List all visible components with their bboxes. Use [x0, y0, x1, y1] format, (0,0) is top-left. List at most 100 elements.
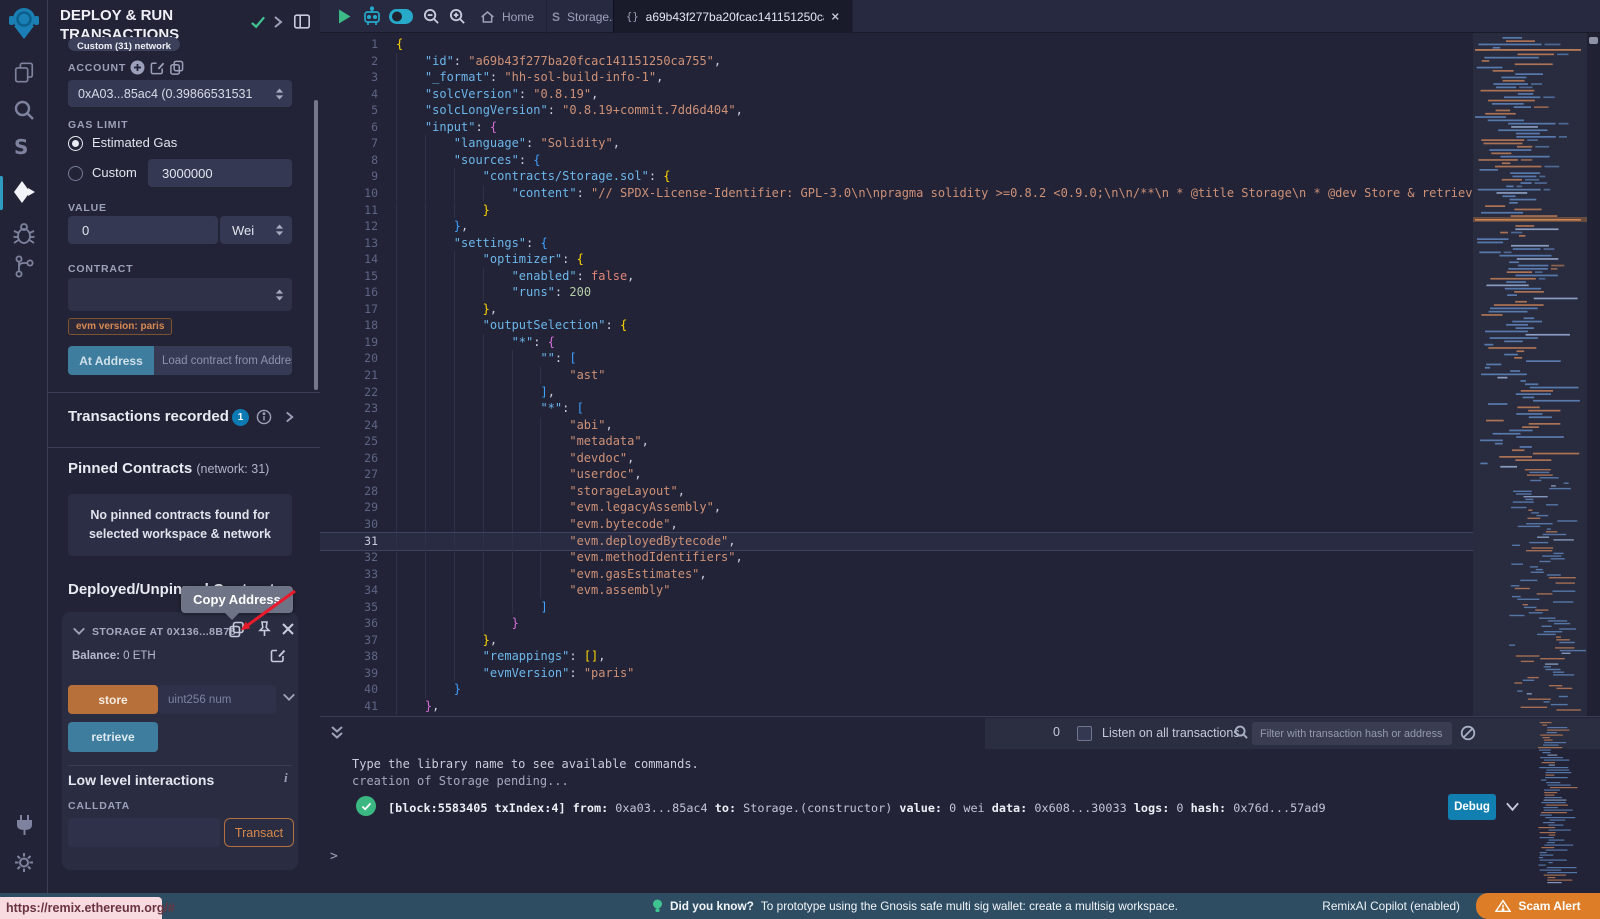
code-line[interactable]: 5"solcLongVersion": "0.8.19+commit.7dd6d…	[320, 102, 1473, 119]
code-line[interactable]: 16"runs": 200	[320, 284, 1473, 301]
scrollbar-thumb[interactable]	[1589, 37, 1598, 44]
custom-gas-input[interactable]: 3000000	[148, 159, 292, 187]
code-line[interactable]: 24"abi",	[320, 417, 1473, 434]
code-line[interactable]: 41},	[320, 698, 1473, 715]
line-number[interactable]: 15	[320, 268, 378, 285]
estimated-gas-radio[interactable]	[68, 136, 83, 151]
plugin-manager-icon[interactable]	[13, 813, 35, 838]
line-number[interactable]: 9	[320, 168, 378, 185]
close-tab-icon[interactable]	[831, 11, 840, 22]
line-number[interactable]: 39	[320, 665, 378, 682]
line-number[interactable]: 41	[320, 698, 378, 715]
at-address-input[interactable]: Load contract from Address	[154, 346, 292, 375]
code-line[interactable]: 37},	[320, 632, 1473, 649]
code-line[interactable]: 20"": [	[320, 350, 1473, 367]
deploy-run-icon[interactable]	[11, 179, 37, 205]
line-number[interactable]: 12	[320, 218, 378, 235]
file-explorer-icon[interactable]	[13, 60, 35, 85]
line-number[interactable]: 2	[320, 53, 378, 70]
line-number[interactable]: 1	[320, 36, 378, 53]
code-line[interactable]: 21"ast"	[320, 367, 1473, 384]
copilot-status[interactable]: RemixAI Copilot (enabled)	[1322, 893, 1460, 919]
solidity-compiler-icon[interactable]: S	[14, 135, 28, 159]
listen-label[interactable]: Listen on all transactions	[1102, 726, 1240, 740]
contract-instance-title[interactable]: STORAGE AT 0X136...8B78	[92, 626, 236, 638]
line-number[interactable]: 30	[320, 516, 378, 533]
line-number[interactable]: 13	[320, 235, 378, 252]
value-input[interactable]: 0	[68, 216, 218, 244]
listen-checkbox[interactable]	[1077, 726, 1092, 741]
store-args-input[interactable]: uint256 num	[158, 685, 276, 714]
code-line[interactable]: 22],	[320, 384, 1473, 401]
copy-account-icon[interactable]	[169, 60, 184, 75]
custom-gas-radio[interactable]	[68, 166, 83, 181]
chevron-right-icon[interactable]	[272, 15, 284, 29]
code-line[interactable]: 6"input": {	[320, 119, 1473, 136]
code-line[interactable]: 34"evm.assembly"	[320, 582, 1473, 599]
line-number[interactable]: 28	[320, 483, 378, 500]
git-icon[interactable]	[14, 254, 35, 280]
code-line[interactable]: 15"enabled": false,	[320, 268, 1473, 285]
line-number[interactable]: 11	[320, 202, 378, 219]
code-line[interactable]: 14"optimizer": {	[320, 251, 1473, 268]
pin-panel-icon[interactable]	[293, 13, 311, 30]
line-number[interactable]: 19	[320, 334, 378, 351]
settings-icon[interactable]	[13, 851, 35, 874]
contract-select[interactable]	[68, 278, 292, 311]
ai-assistant-icon[interactable]	[362, 6, 382, 27]
code-line[interactable]: 38"remappings": [],	[320, 648, 1473, 665]
collapse-contract-icon[interactable]	[72, 625, 86, 637]
debugger-icon[interactable]	[13, 221, 35, 246]
line-number[interactable]: 10	[320, 185, 378, 202]
code-line[interactable]: 39"evmVersion": "paris"	[320, 665, 1473, 682]
expand-store-icon[interactable]	[282, 691, 296, 703]
code-line[interactable]: 29"evm.legacyAssembly",	[320, 499, 1473, 516]
expand-transactions-icon[interactable]	[284, 410, 295, 424]
copilot-toggle-icon[interactable]	[388, 8, 414, 25]
code-line[interactable]: 11}	[320, 202, 1473, 219]
code-line[interactable]: 18"outputSelection": {	[320, 317, 1473, 334]
editor-scrollbar[interactable]	[1587, 33, 1600, 716]
code-line[interactable]: 25"metadata",	[320, 433, 1473, 450]
expand-log-icon[interactable]	[1505, 800, 1520, 813]
calldata-input[interactable]	[68, 818, 220, 847]
tab-build-info-json[interactable]: {} a69b43f277ba20fcac141151250ca755.json	[613, 0, 853, 33]
run-script-icon[interactable]	[337, 8, 352, 25]
line-number[interactable]: 36	[320, 615, 378, 632]
line-number[interactable]: 5	[320, 102, 378, 119]
minimap[interactable]	[1473, 33, 1587, 716]
edit-account-icon[interactable]	[150, 60, 165, 75]
line-number[interactable]: 35	[320, 599, 378, 616]
tx-log-entry[interactable]: [block:5583405 txIndex:4] from: 0xa03...…	[388, 801, 1326, 816]
line-number[interactable]: 38	[320, 648, 378, 665]
line-number[interactable]: 25	[320, 433, 378, 450]
code-line[interactable]: 4"solcVersion": "0.8.19",	[320, 86, 1473, 103]
line-number[interactable]: 23	[320, 400, 378, 417]
transact-button[interactable]: Transact	[224, 818, 294, 847]
line-number[interactable]: 21	[320, 367, 378, 384]
custom-gas-label[interactable]: Custom	[92, 165, 137, 180]
code-line[interactable]: 35]	[320, 599, 1473, 616]
line-number[interactable]: 29	[320, 499, 378, 516]
zoom-in-icon[interactable]	[449, 8, 466, 25]
code-line[interactable]: 13"settings": {	[320, 235, 1473, 252]
line-number[interactable]: 32	[320, 549, 378, 566]
line-number[interactable]: 17	[320, 301, 378, 318]
line-number[interactable]: 31	[320, 533, 378, 550]
code-line[interactable]: 33"evm.gasEstimates",	[320, 566, 1473, 583]
code-line[interactable]: 30"evm.bytecode",	[320, 516, 1473, 533]
panel-scrollbar[interactable]	[314, 100, 318, 390]
remix-logo[interactable]	[9, 6, 39, 42]
code-line[interactable]: 26"devdoc",	[320, 450, 1473, 467]
line-number[interactable]: 37	[320, 632, 378, 649]
line-number[interactable]: 22	[320, 384, 378, 401]
code-line[interactable]: 7"language": "Solidity",	[320, 135, 1473, 152]
code-line[interactable]: 12},	[320, 218, 1473, 235]
line-number[interactable]: 18	[320, 317, 378, 334]
at-address-button[interactable]: At Address	[68, 346, 154, 375]
line-number[interactable]: 7	[320, 135, 378, 152]
edit-balance-icon[interactable]	[270, 647, 286, 663]
code-editor[interactable]: 1{2"id": "a69b43f277ba20fcac141151250ca7…	[320, 33, 1600, 716]
search-icon[interactable]	[13, 99, 35, 122]
terminal-prompt[interactable]: >	[330, 849, 338, 864]
